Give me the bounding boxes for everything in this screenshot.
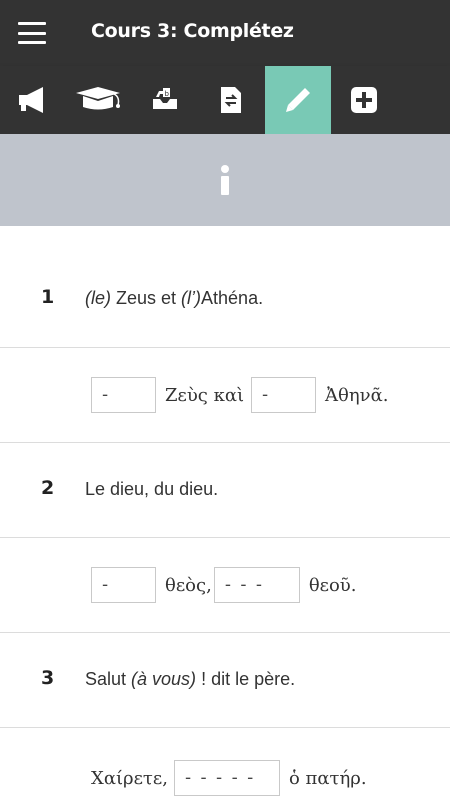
megaphone-icon (19, 87, 43, 113)
megaphone-tool-button[interactable] (0, 66, 66, 134)
answer-field[interactable]: - (251, 377, 317, 413)
document-swap-icon (221, 87, 241, 113)
french-sentence: Salut (à vous) ! dit le père. (85, 669, 295, 690)
greek-text: Χαίρετε, (91, 767, 168, 789)
answer-field[interactable]: - (91, 377, 156, 413)
info-banner[interactable] (0, 134, 450, 226)
answer-field[interactable]: - (91, 567, 156, 603)
app-bar: Cours 3: Complétez (0, 0, 450, 66)
greek-text: θεοῦ. (308, 574, 357, 596)
list-item: 2 Le dieu, du dieu. (0, 443, 450, 538)
graduation-cap-icon (76, 87, 120, 110)
greek-text: ὁ πατήρ. (288, 767, 367, 789)
add-tool-button[interactable] (331, 66, 397, 134)
french-sentence: Le dieu, du dieu. (85, 479, 219, 499)
greek-exercise: Χαίρετε, - - - - - ὁ πατήρ. (91, 760, 367, 796)
document-tool-button[interactable] (198, 66, 264, 134)
french-sentence: (le) Zeus et (l’)Athéna. (85, 288, 263, 309)
exercise-number: 2 (41, 477, 55, 499)
info-icon[interactable] (219, 165, 231, 195)
pencil-tool-button[interactable] (265, 66, 331, 134)
article-hint: (le) (85, 288, 111, 308)
answer-field[interactable]: - - - - - (173, 760, 280, 796)
exercise-number: 1 (41, 286, 55, 308)
greek-exercise: - θεὸς, - - - θεοῦ. (91, 567, 356, 603)
greek-text: θεὸς, (165, 574, 212, 596)
plus-square-icon (351, 87, 377, 113)
article-hint: (l’) (181, 288, 202, 308)
graduation-tool-button[interactable] (66, 66, 132, 134)
sentence-text: Zeus et (111, 288, 182, 308)
sentence-text: Athéna. (201, 288, 264, 308)
svg-text:b: b (165, 90, 170, 98)
inbox-tool-button[interactable]: b (132, 66, 198, 134)
greek-text: Ζεὺς καὶ (165, 384, 245, 406)
answer-field[interactable]: - - - (213, 567, 300, 603)
list-item: 3 Salut (à vous) ! dit le père. (0, 633, 450, 728)
tool-bar: b (0, 66, 450, 134)
sentence-text: Salut (85, 669, 132, 689)
exercise-list: 1 (le) Zeus et (l’)Athéna. - Ζεὺς καὶ - … (0, 226, 450, 800)
greek-exercise: - Ζεὺς καὶ - Ἀθηνᾶ. (91, 377, 389, 413)
menu-icon[interactable] (18, 22, 46, 44)
sentence-text: ! dit le père. (196, 669, 296, 689)
greek-text: Ἀθηνᾶ. (325, 384, 389, 406)
list-item: - Ζεὺς καὶ - Ἀθηνᾶ. (0, 348, 450, 443)
list-item: - θεὸς, - - - θεοῦ. (0, 538, 450, 633)
list-item: Χαίρετε, - - - - - ὁ πατήρ. (0, 728, 450, 800)
inbox-icon: b (153, 88, 177, 109)
list-item: 1 (le) Zeus et (l’)Athéna. (0, 226, 450, 348)
pencil-icon (286, 88, 310, 112)
exercise-number: 3 (41, 667, 55, 689)
page-title: Cours 3: Complétez (91, 20, 294, 42)
sentence-hint: (à vous) (131, 669, 197, 689)
